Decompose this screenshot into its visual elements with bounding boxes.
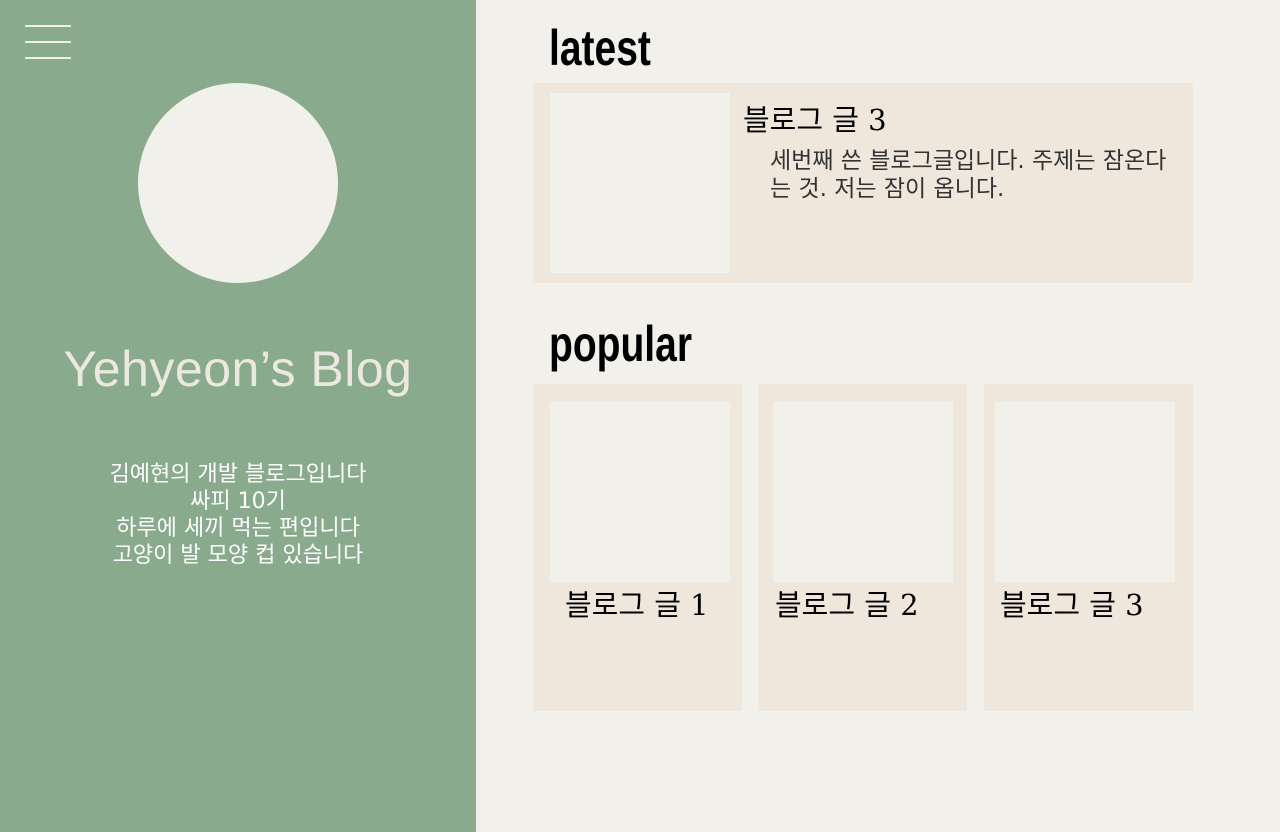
menu-line — [25, 57, 71, 59]
hamburger-menu-icon[interactable] — [25, 25, 71, 59]
menu-line — [25, 41, 71, 43]
avatar — [138, 83, 338, 283]
latest-post-card[interactable]: 블로그 글 3 세번째 쓴 블로그글입니다. 주제는 잠온다는 것. 저는 잠이… — [533, 83, 1193, 283]
post-title[interactable]: 블로그 글 3 — [1000, 582, 1144, 624]
post-thumbnail — [773, 402, 953, 582]
post-thumbnail — [550, 93, 730, 273]
post-title[interactable]: 블로그 글 3 — [743, 97, 887, 139]
intro-line: 싸피 10기 — [190, 489, 286, 514]
popular-post-card[interactable]: 블로그 글 3 — [984, 384, 1193, 711]
post-title[interactable]: 블로그 글 1 — [565, 582, 709, 624]
sidebar: Yehyeon’s Blog 김예현의 개발 블로그입니다 싸피 10기 하루에… — [0, 0, 476, 832]
intro-line: 김예현의 개발 블로그입니다 — [109, 462, 367, 487]
site-title[interactable]: Yehyeon’s Blog — [0, 340, 476, 398]
post-thumbnail — [550, 402, 730, 582]
popular-post-card[interactable]: 블로그 글 1 — [533, 384, 742, 711]
intro-line: 고양이 발 모양 컵 있습니다 — [112, 543, 364, 568]
menu-line — [25, 25, 71, 27]
intro-text: 김예현의 개발 블로그입니다 싸피 10기 하루에 세끼 먹는 편입니다 고양이… — [0, 461, 476, 569]
popular-heading: popular — [549, 316, 692, 372]
popular-post-card[interactable]: 블로그 글 2 — [758, 384, 967, 711]
post-title[interactable]: 블로그 글 2 — [775, 582, 919, 624]
latest-heading: latest — [549, 20, 651, 76]
post-excerpt: 세번째 쓴 블로그글입니다. 주제는 잠온다는 것. 저는 잠이 옵니다. — [770, 148, 1167, 202]
post-thumbnail — [995, 402, 1175, 582]
intro-line: 하루에 세끼 먹는 편입니다 — [116, 516, 360, 541]
